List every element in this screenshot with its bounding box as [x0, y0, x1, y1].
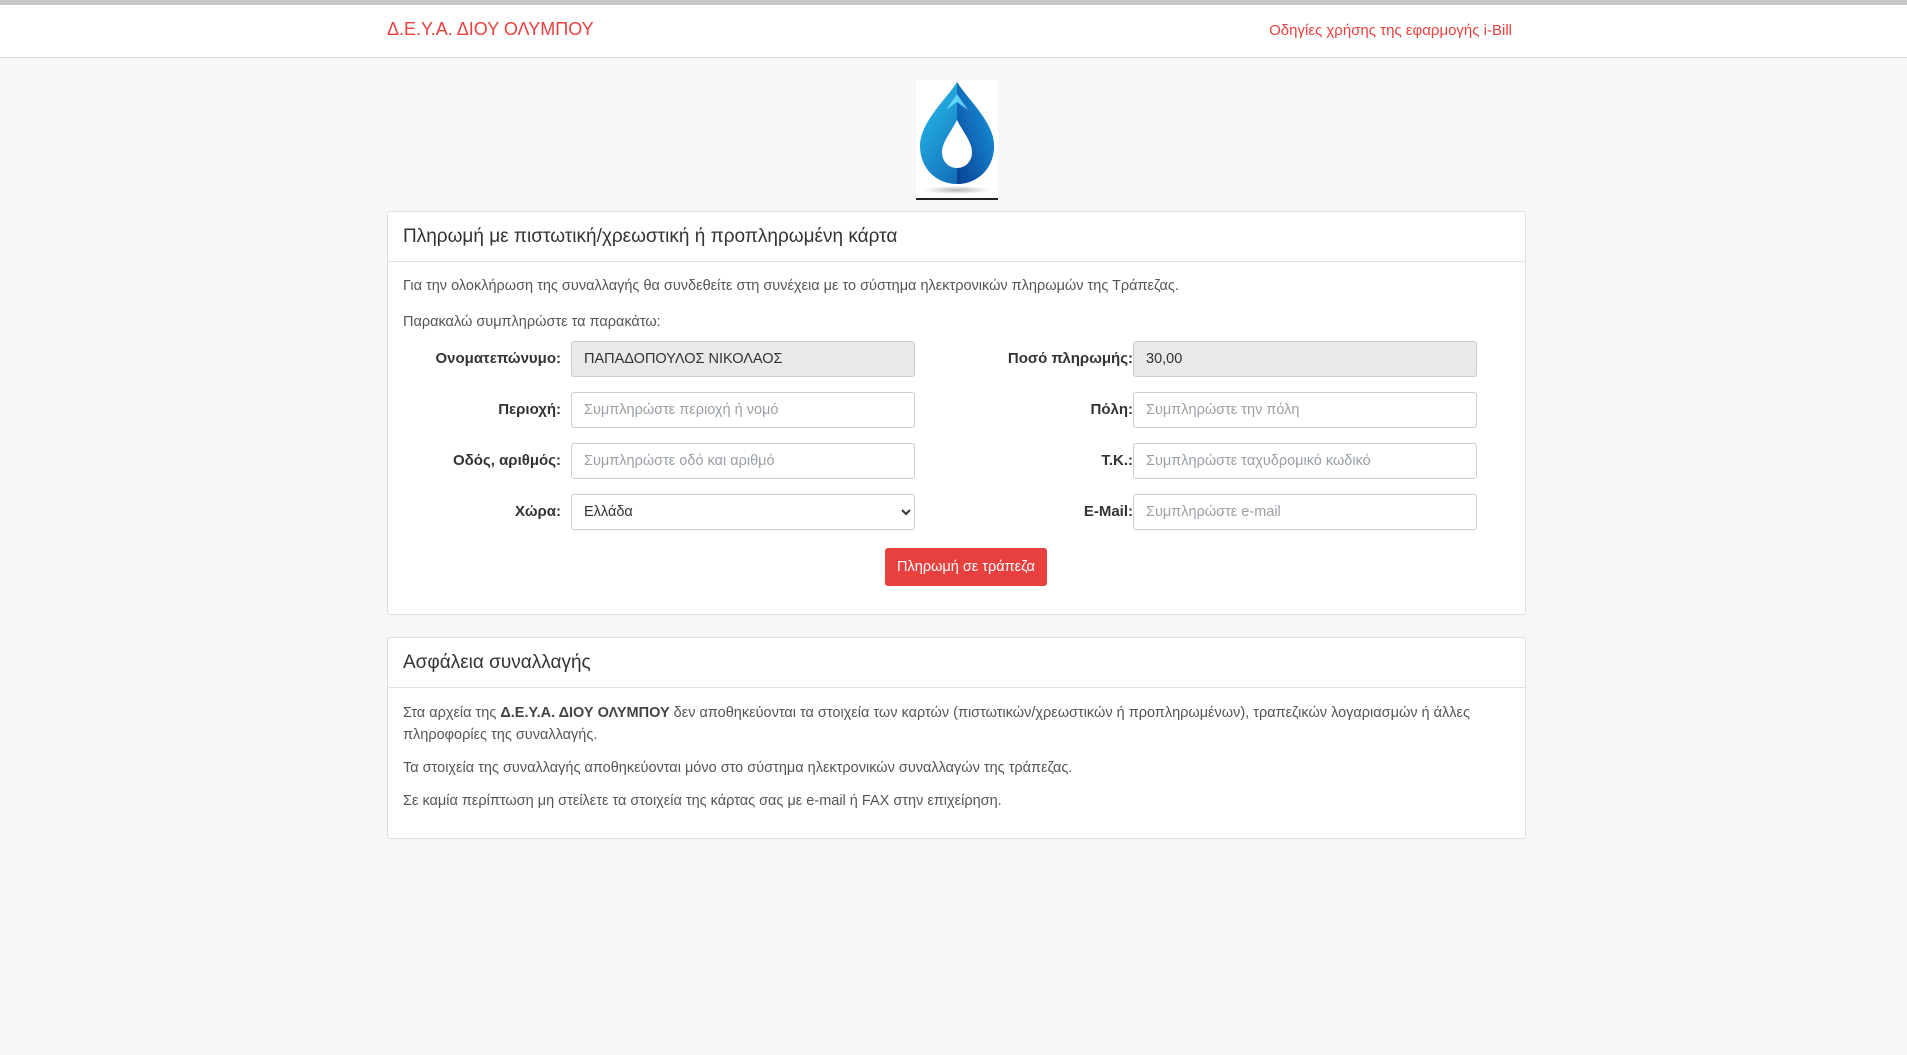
payment-card: Πληρωμή με πιστωτική/χρεωστική ή προπληρ… — [387, 211, 1526, 615]
logo — [916, 80, 998, 200]
security-card: Ασφάλεια συναλλαγής Στα αρχεία της Δ.Ε.Υ… — [387, 637, 1526, 839]
city-input[interactable] — [1133, 392, 1477, 428]
amount-label: Ποσό πληρωμής: — [1007, 350, 1133, 367]
fullname-label: Ονοματεπώνυμο: — [435, 350, 561, 367]
payment-form: Ονοματεπώνυμο: Ποσό πληρωμής: Περιοχή: Π… — [403, 341, 1510, 586]
email-input[interactable] — [1133, 494, 1477, 530]
street-label: Οδός, αριθμός: — [453, 452, 561, 469]
country-label: Χώρα: — [515, 503, 561, 520]
street-input[interactable] — [571, 443, 915, 479]
security-paragraph-1: Στα αρχεία της Δ.Ε.Υ.Α. ΔΙΟΥ ΟΛΥΜΠΟΥ δεν… — [403, 702, 1510, 746]
security-p1-company: Δ.Ε.Υ.Α. ΔΙΟΥ ΟΛΥΜΠΟΥ — [500, 705, 670, 721]
water-drop-icon — [920, 82, 994, 194]
security-paragraph-3: Σε καμία περίπτωση μη στείλετε τα στοιχε… — [403, 793, 1002, 809]
postal-input[interactable] — [1133, 443, 1477, 479]
fullname-input[interactable] — [571, 341, 915, 377]
security-card-body: Στα αρχεία της Δ.Ε.Υ.Α. ΔΙΟΥ ΟΛΥΜΠΟΥ δεν… — [388, 688, 1525, 838]
payment-card-body: Για την ολοκλήρωση της συναλλαγής θα συν… — [388, 262, 1525, 586]
security-p1-text-start: Στα αρχεία της — [403, 705, 501, 721]
security-card-title: Ασφάλεια συναλλαγής — [388, 638, 1525, 688]
amount-input[interactable] — [1133, 341, 1477, 377]
payment-card-title: Πληρωμή με πιστωτική/χρεωστική ή προπληρ… — [388, 212, 1525, 262]
security-paragraph-2: Τα στοιχεία της συναλλαγής αποθηκεύονται… — [403, 760, 1073, 776]
payment-intro: Για την ολοκλήρωση της συναλλαγής θα συν… — [403, 278, 1179, 294]
help-link[interactable]: Οδηγίες χρήσης της εφαρμογής i-Bill — [1269, 22, 1512, 39]
city-label: Πόλη: — [1090, 401, 1134, 418]
email-label: E-Mail: — [1083, 503, 1133, 520]
logo-underline — [916, 198, 998, 200]
country-select[interactable]: Ελλάδα — [571, 494, 915, 530]
navbar: Δ.Ε.Υ.Α. ΔΙΟΥ ΟΛΥΜΠΟΥ Οδηγίες χρήσης της… — [0, 5, 1907, 58]
postal-label: Τ.Κ.: — [1101, 452, 1133, 469]
region-label: Περιοχή: — [498, 401, 561, 418]
region-input[interactable] — [571, 392, 915, 428]
pay-at-bank-button[interactable]: Πληρωμή σε τράπεζα — [885, 548, 1047, 586]
payment-instruction: Παρακαλώ συμπληρώστε τα παρακάτω: — [403, 314, 661, 330]
brand-link[interactable]: Δ.Ε.Υ.Α. ΔΙΟΥ ΟΛΥΜΠΟΥ — [387, 19, 594, 40]
